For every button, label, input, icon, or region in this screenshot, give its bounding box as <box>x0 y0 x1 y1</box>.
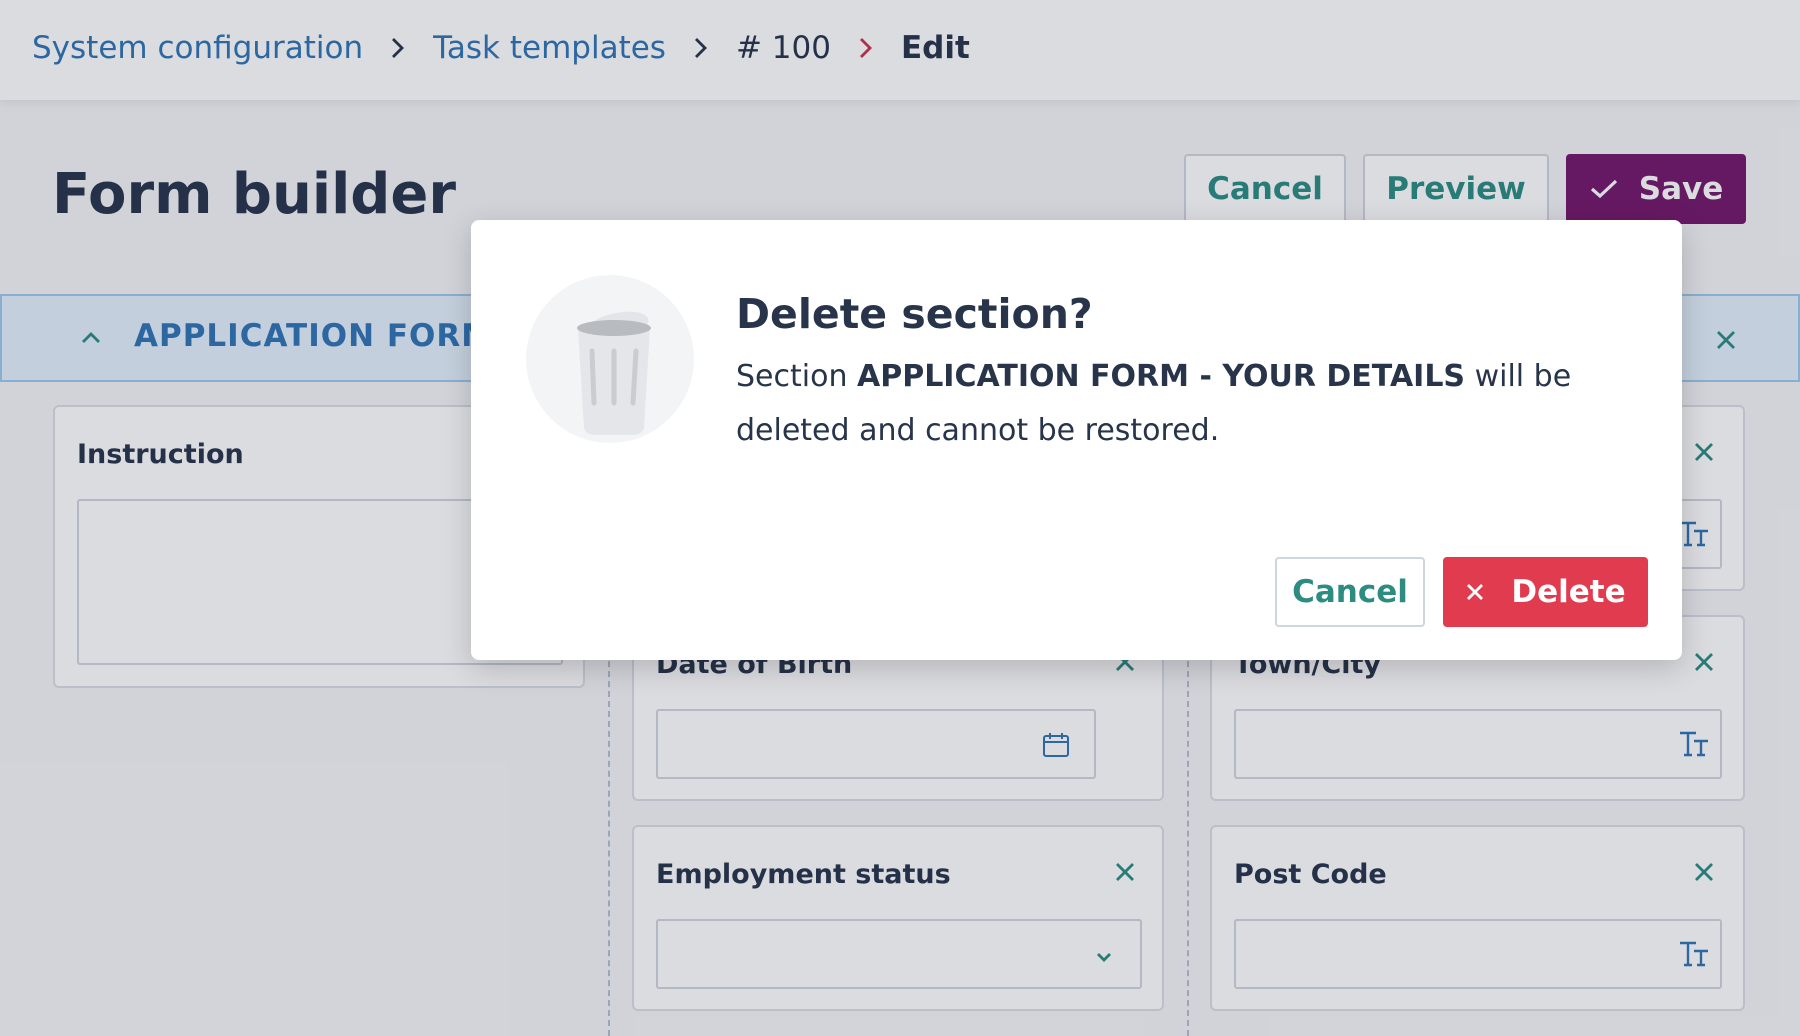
dialog-delete-label: Delete <box>1511 574 1626 610</box>
dialog-message-prefix: Section <box>736 359 857 394</box>
close-icon <box>1465 582 1485 602</box>
trash-icon <box>526 275 694 443</box>
delete-section-dialog: Delete section? Section APPLICATION FORM… <box>471 220 1682 660</box>
dialog-cancel-button[interactable]: Cancel <box>1275 557 1425 627</box>
dialog-cancel-label: Cancel <box>1292 574 1408 610</box>
dialog-title: Delete section? <box>736 290 1093 338</box>
dialog-delete-button[interactable]: Delete <box>1443 557 1648 627</box>
dialog-message: Section APPLICATION FORM - YOUR DETAILS … <box>736 350 1636 458</box>
dialog-section-name: APPLICATION FORM - YOUR DETAILS <box>857 359 1466 394</box>
